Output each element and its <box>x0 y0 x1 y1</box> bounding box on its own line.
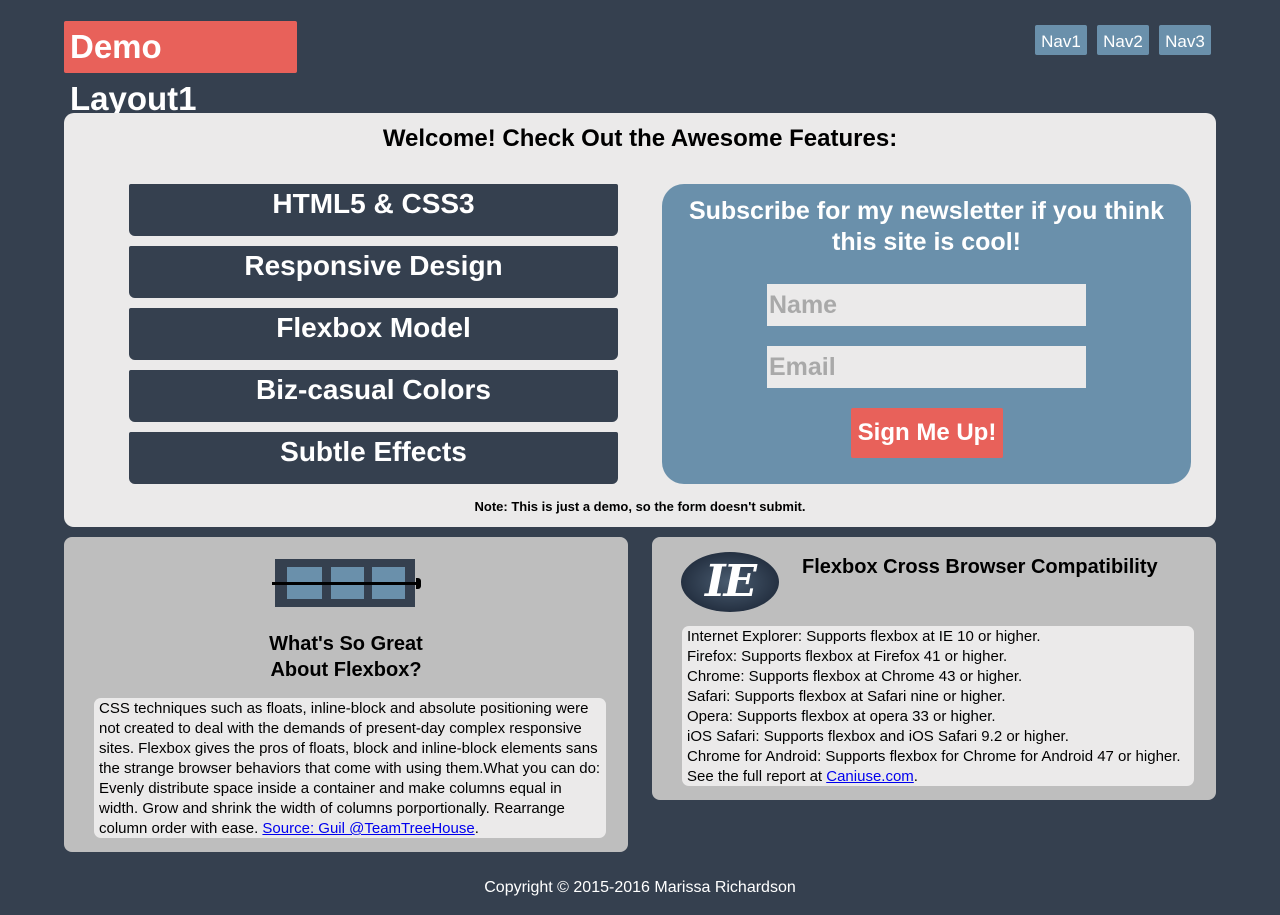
source-suffix: . <box>474 820 479 837</box>
flexbox-card: What's So Great About Flexbox? CSS techn… <box>64 537 628 852</box>
compat-line: iOS Safari: Supports flexbox and iOS Saf… <box>687 728 1069 745</box>
site-logo[interactable]: Demo Layout1 <box>64 21 297 117</box>
feature-item: Responsive Design <box>129 246 618 298</box>
flexbox-title: What's So Great About Flexbox? <box>64 631 628 683</box>
compat-report-line: See the full report at Caniuse.com. <box>687 767 1189 787</box>
welcome-title: Welcome! Check Out the Awesome Features: <box>382 125 898 152</box>
feature-item: Flexbox Model <box>129 308 618 360</box>
newsletter-title: Subscribe for my newsletter if you think… <box>688 197 1165 256</box>
compat-list: Internet Explorer: Supports flexbox at I… <box>682 626 1194 786</box>
flexbox-text: CSS techniques such as floats, inline-bl… <box>94 698 606 838</box>
source-link[interactable]: Source: Guil @TeamTreeHouse <box>262 820 474 837</box>
top-nav: Nav1 Nav2 Nav3 <box>1035 25 1211 55</box>
flexbox-diagram-icon <box>272 559 421 607</box>
compat-line: Firefox: Supports flexbox at Firefox 41 … <box>687 648 1008 665</box>
report-suffix: . <box>913 768 918 785</box>
feature-item: Subtle Effects <box>129 432 618 484</box>
feature-list: HTML5 & CSS3 Responsive Design Flexbox M… <box>129 184 618 494</box>
nav-link-1[interactable]: Nav1 <box>1035 25 1087 55</box>
compat-line: Safari: Supports flexbox at Safari nine … <box>687 688 1006 705</box>
caniuse-link[interactable]: Caniuse.com <box>826 768 914 785</box>
flexbox-title-line2: About Flexbox? <box>270 659 422 681</box>
flexbox-description: CSS techniques such as floats, inline-bl… <box>99 700 601 837</box>
nav-link-2[interactable]: Nav2 <box>1097 25 1149 55</box>
flexbox-title-line1: What's So Great <box>269 633 423 655</box>
sign-up-button[interactable]: Sign Me Up! <box>851 408 1003 458</box>
feature-item: HTML5 & CSS3 <box>129 184 618 236</box>
feature-item: Biz-casual Colors <box>129 370 618 422</box>
compat-line: Internet Explorer: Supports flexbox at I… <box>687 628 1041 645</box>
demo-note: Note: This is just a demo, so the form d… <box>474 499 806 514</box>
nav-link-3[interactable]: Nav3 <box>1159 25 1211 55</box>
compat-line: Chrome: Supports flexbox at Chrome 43 or… <box>687 668 1023 685</box>
welcome-section: Welcome! Check Out the Awesome Features:… <box>64 113 1216 527</box>
ie-logo-icon: IE <box>681 552 779 612</box>
newsletter-form: Subscribe for my newsletter if you think… <box>662 184 1191 484</box>
compat-title: Flexbox Cross Browser Compatibility <box>802 556 1158 578</box>
compat-line: Chrome for Android: Supports flexbox for… <box>687 748 1181 765</box>
footer-copyright: Copyright © 2015-2016 Marissa Richardson <box>484 879 796 896</box>
report-prefix: See the full report at <box>687 768 827 785</box>
name-input[interactable] <box>767 284 1086 326</box>
email-input[interactable] <box>767 346 1086 388</box>
compat-card: IE Flexbox Cross Browser Compatibility I… <box>652 537 1216 800</box>
compat-line: Opera: Supports flexbox at opera 33 or h… <box>687 708 996 725</box>
